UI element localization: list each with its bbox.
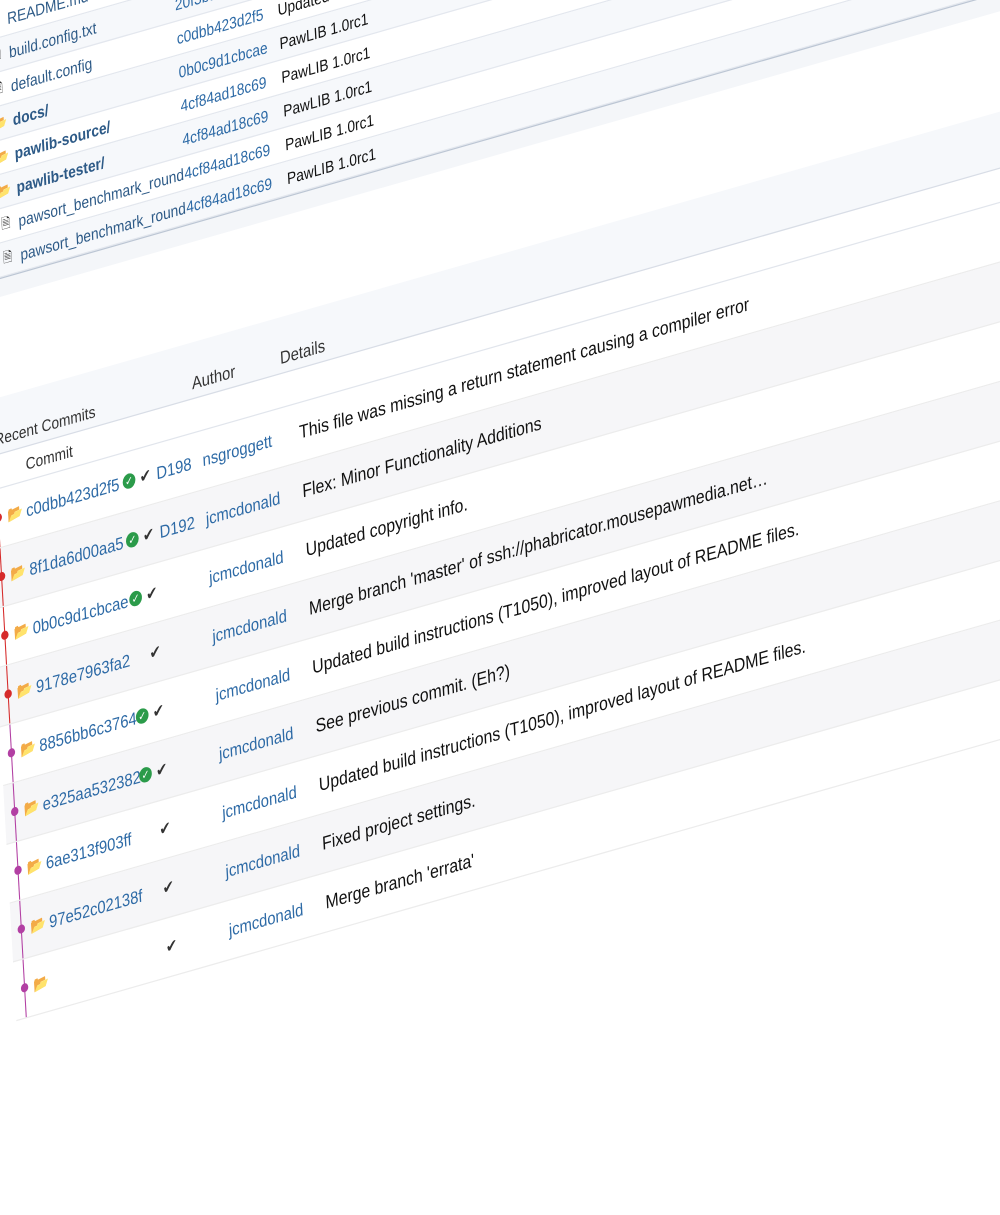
commit-hash-link[interactable]: 6ae313f903ff [45, 825, 143, 873]
author-link[interactable]: jcmcdonald [209, 540, 307, 587]
commit-graph-node [3, 781, 25, 844]
revision-link[interactable]: D192 [159, 509, 206, 542]
file-icon: 🗎 [0, 214, 11, 233]
checkmark-icon: ✔ [148, 641, 162, 664]
folder-icon[interactable]: 📂 [33, 972, 53, 995]
commit-hash-link[interactable]: e325aa532382 [42, 766, 141, 814]
commit-graph-node [13, 957, 35, 1020]
commit-hash-link[interactable]: c0dbb423d2f5 [26, 473, 124, 521]
commit-graph-node [0, 605, 15, 668]
folder-icon: 📂 [0, 181, 12, 201]
commit-graph-node [0, 663, 19, 726]
checkmark-icon: ✔ [152, 699, 165, 722]
author-link[interactable]: jcmcdonald [215, 657, 313, 705]
verified-check-icon [133, 654, 150, 659]
verified-check-icon: ✓ [135, 706, 153, 726]
author-link[interactable]: jcmcdonald [218, 716, 316, 764]
folder-icon[interactable]: 📂 [23, 795, 43, 818]
commit-hash-link[interactable] [52, 953, 149, 981]
verified-check-icon: ✓ [138, 764, 157, 785]
folder-icon[interactable]: 📂 [7, 502, 27, 525]
verified-check-icon: ✓ [128, 588, 147, 608]
repository-browser: ↺🗎README.mde37f16fc…FlexStack…↺🗎build.co… [0, 0, 1000, 1215]
revision-link[interactable] [183, 930, 229, 943]
revision-link[interactable] [176, 813, 222, 826]
author-link[interactable]: jcmcdonald [212, 599, 310, 646]
author-link[interactable]: jcmcdonald [205, 481, 303, 529]
folder-icon[interactable]: 📂 [17, 678, 37, 701]
revision-link[interactable] [179, 871, 225, 884]
file-icon: 🗎 [2, 248, 13, 267]
checkmark-icon: ✔ [142, 523, 155, 546]
commit-graph-node [6, 840, 28, 903]
commit-hash-link[interactable]: 0b0c9d1cbcae [32, 590, 130, 638]
verified-check-icon: ✓ [125, 529, 144, 550]
revision-link[interactable] [173, 754, 219, 767]
author-link[interactable]: jcmcdonald [222, 775, 320, 822]
commit-graph-node [10, 898, 32, 961]
folder-icon[interactable]: 📂 [30, 913, 50, 936]
checkmark-icon: ✔ [158, 817, 172, 840]
commit-hash-link[interactable]: 9178e7963fa2 [35, 649, 133, 697]
revision-link[interactable] [163, 578, 209, 591]
revision-link[interactable] [170, 695, 216, 708]
commit-graph-node [0, 722, 22, 785]
commit-hash-link[interactable]: 97e52c02138f [49, 884, 147, 932]
author-link[interactable]: jcmcdonald [228, 892, 326, 940]
commit-hash-link[interactable]: 8856bb6c3764 [39, 708, 137, 756]
author-link[interactable]: nsgroggett [202, 422, 300, 470]
checkmark-icon: ✔ [155, 758, 168, 781]
commit-graph-node [0, 546, 12, 609]
checkmark-icon: ✔ [138, 464, 152, 487]
folder-icon[interactable]: 📂 [10, 560, 30, 583]
author-link[interactable]: jcmcdonald [225, 834, 323, 881]
verified-check-icon [149, 948, 166, 953]
commit-hash-link[interactable]: 8f1da6d00aa5 [29, 532, 127, 579]
verified-check-icon: ✓ [122, 471, 140, 491]
checkmark-icon: ✔ [165, 934, 178, 957]
verified-check-icon [142, 831, 159, 836]
verified-check-icon [146, 889, 163, 894]
checkmark-icon: ✔ [162, 876, 175, 899]
revision-link[interactable]: D198 [156, 450, 203, 483]
folder-icon[interactable]: 📂 [20, 737, 40, 760]
revision-link[interactable] [166, 636, 212, 649]
folder-icon[interactable]: 📂 [27, 854, 47, 877]
folder-icon[interactable]: 📂 [13, 619, 33, 642]
checkmark-icon: ✔ [145, 582, 159, 605]
